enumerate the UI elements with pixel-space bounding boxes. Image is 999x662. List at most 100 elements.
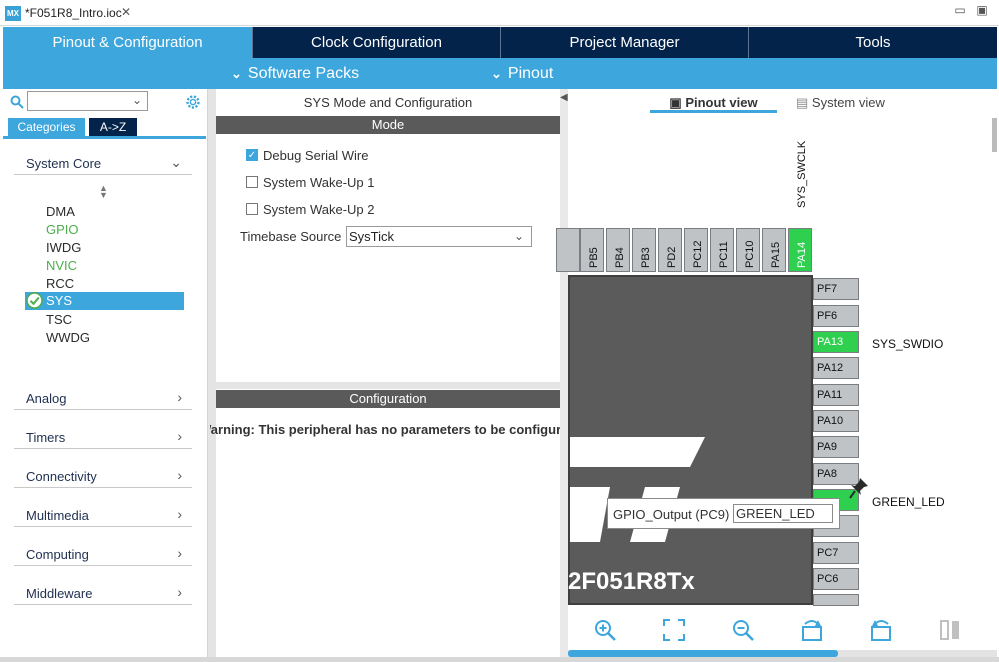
rotate-right-icon[interactable]	[800, 618, 824, 642]
debug-serial-wire-label: Debug Serial Wire	[263, 148, 369, 163]
pin-pb3[interactable]: PB3	[632, 228, 656, 272]
tab-categories[interactable]: Categories	[8, 118, 85, 136]
category-multimedia[interactable]: Multimedia ›	[14, 505, 192, 527]
close-icon[interactable]: ✕	[121, 5, 131, 19]
main-tabs: Pinout & Configuration Clock Configurati…	[3, 27, 997, 58]
pin-partial[interactable]	[813, 594, 859, 606]
mx-logo-icon: MX	[5, 6, 21, 21]
rotate-left-icon[interactable]	[869, 618, 893, 642]
search-input[interactable]	[27, 91, 148, 111]
configuration-header: Configuration	[216, 390, 560, 408]
chevron-right-icon: ›	[177, 428, 182, 444]
zoom-out-icon[interactable]	[731, 618, 755, 642]
peripheral-dma[interactable]: DMA	[46, 204, 75, 219]
tab-project-manager[interactable]: Project Manager	[501, 27, 749, 58]
pin-pa14[interactable]: PA14	[788, 228, 812, 272]
chevron-down-icon: ⌄	[170, 154, 182, 170]
pin-pf7[interactable]: PF7	[813, 278, 859, 300]
pin-pa9[interactable]: PA9	[813, 436, 859, 458]
pinout-menu-label: Pinout	[507, 65, 554, 82]
chevron-down-icon[interactable]: ⌄	[132, 93, 142, 107]
split-view-icon[interactable]	[938, 618, 962, 642]
chevron-right-icon: ›	[177, 389, 182, 405]
pin-pc10[interactable]: PC10	[736, 228, 760, 272]
panel-title: SYS Mode and Configuration	[303, 95, 473, 110]
scrollbar[interactable]	[992, 118, 997, 152]
wakeup-2-label: System Wake-Up 2	[263, 202, 375, 217]
signal-label-swclk: SYS_SWCLK	[796, 140, 808, 208]
zoom-in-icon[interactable]	[593, 618, 617, 642]
panel-splitter[interactable]	[216, 382, 560, 389]
chevron-right-icon: ›	[177, 506, 182, 522]
pin-label-input[interactable]: GREEN_LED	[733, 504, 833, 523]
st-logo	[570, 437, 705, 542]
maximize-icon[interactable]: ▣	[975, 3, 989, 17]
chip-icon: ▣	[669, 95, 686, 110]
chevron-right-icon: ›	[177, 467, 182, 483]
pin-pc6[interactable]: PC6	[813, 568, 859, 590]
category-middleware[interactable]: Middleware ›	[14, 583, 192, 605]
pushpin-icon	[849, 478, 868, 499]
chevron-down-icon[interactable]: ⌄	[514, 229, 524, 243]
category-connectivity[interactable]: Connectivity ›	[14, 466, 192, 488]
pin-pb5[interactable]: PB5	[580, 228, 604, 272]
collapse-icon[interactable]: ◀	[560, 92, 568, 103]
category-analog[interactable]: Analog ›	[14, 388, 192, 410]
signal-label-swdio: SYS_SWDIO	[872, 337, 944, 351]
editor-tab-bar	[0, 0, 999, 26]
fit-screen-icon[interactable]	[662, 618, 686, 642]
category-timers[interactable]: Timers ›	[14, 427, 192, 449]
search-icon	[10, 95, 24, 109]
chevron-right-icon: ›	[177, 584, 182, 600]
wakeup-2-checkbox[interactable]	[246, 203, 258, 215]
pinout-menu[interactable]: ⌄ Pinout	[491, 58, 553, 89]
tab-a-z[interactable]: A->Z	[89, 118, 137, 136]
panel-splitter[interactable]	[208, 89, 216, 657]
peripheral-rcc[interactable]: RCC	[46, 276, 74, 291]
tab-tools[interactable]: Tools	[749, 27, 997, 58]
category-computing[interactable]: Computing ›	[14, 544, 192, 566]
peripheral-wwdg[interactable]: WWDG	[46, 330, 90, 345]
wakeup-1-checkbox[interactable]	[246, 176, 258, 188]
pin-pc12[interactable]: PC12	[684, 228, 708, 272]
peripheral-nvic[interactable]: NVIC	[46, 258, 77, 273]
pin-pd2[interactable]: PD2	[658, 228, 682, 272]
peripheral-iwdg[interactable]: IWDG	[46, 240, 81, 255]
tab-pinout-view[interactable]: ▣ Pinout view	[650, 95, 777, 113]
signal-label-green-led: GREEN_LED	[872, 495, 945, 509]
chevron-right-icon: ›	[177, 545, 182, 561]
pin-pc7[interactable]: PC7	[813, 542, 859, 564]
peripheral-tsc[interactable]: TSC	[46, 312, 72, 327]
timebase-select[interactable]: SysTick	[346, 226, 532, 247]
minimize-icon[interactable]: ▭	[953, 3, 967, 17]
pin-top[interactable]	[556, 228, 580, 272]
pin-pa10[interactable]: PA10	[813, 410, 859, 432]
mode-header: Mode	[216, 116, 560, 134]
editor-tab-title[interactable]: *F051R8_Intro.ioc	[25, 6, 122, 20]
horizontal-scrollbar-thumb[interactable]	[568, 650, 838, 657]
warning-text: Warning: This peripheral has no paramete…	[210, 422, 560, 437]
peripheral-gpio[interactable]: GPIO	[46, 222, 79, 237]
tab-pinout-configuration[interactable]: Pinout & Configuration	[3, 27, 253, 58]
check-circle-icon	[26, 292, 43, 309]
pin-pa15[interactable]: PA15	[762, 228, 786, 272]
pin-pa12[interactable]: PA12	[813, 357, 859, 379]
software-packs-menu[interactable]: ⌄ Software Packs	[231, 58, 359, 89]
pin-pc11[interactable]: PC11	[710, 228, 734, 272]
pin-pa13[interactable]: PA13	[813, 331, 859, 353]
pin-pf6[interactable]: PF6	[813, 305, 859, 327]
pin-pb4[interactable]: PB4	[606, 228, 630, 272]
chevron-down-icon: ⌄	[231, 66, 242, 81]
category-system-core[interactable]: System Core ⌄	[14, 153, 192, 175]
peripheral-sys: SYS	[46, 293, 73, 308]
panel-splitter[interactable]	[560, 89, 568, 657]
tab-system-view[interactable]: ▤ System view	[796, 95, 885, 111]
debug-serial-wire-checkbox[interactable]: ✓	[246, 149, 258, 161]
tooltip-label: GPIO_Output (PC9)	[613, 507, 730, 522]
divider	[3, 136, 206, 139]
gear-icon[interactable]	[184, 93, 202, 111]
sort-icon[interactable]: ▲ ▼	[99, 184, 108, 200]
pin-pa11[interactable]: PA11	[813, 384, 859, 406]
tab-clock-configuration[interactable]: Clock Configuration	[253, 27, 501, 58]
chip-name: 2F051R8Tx	[568, 568, 695, 595]
